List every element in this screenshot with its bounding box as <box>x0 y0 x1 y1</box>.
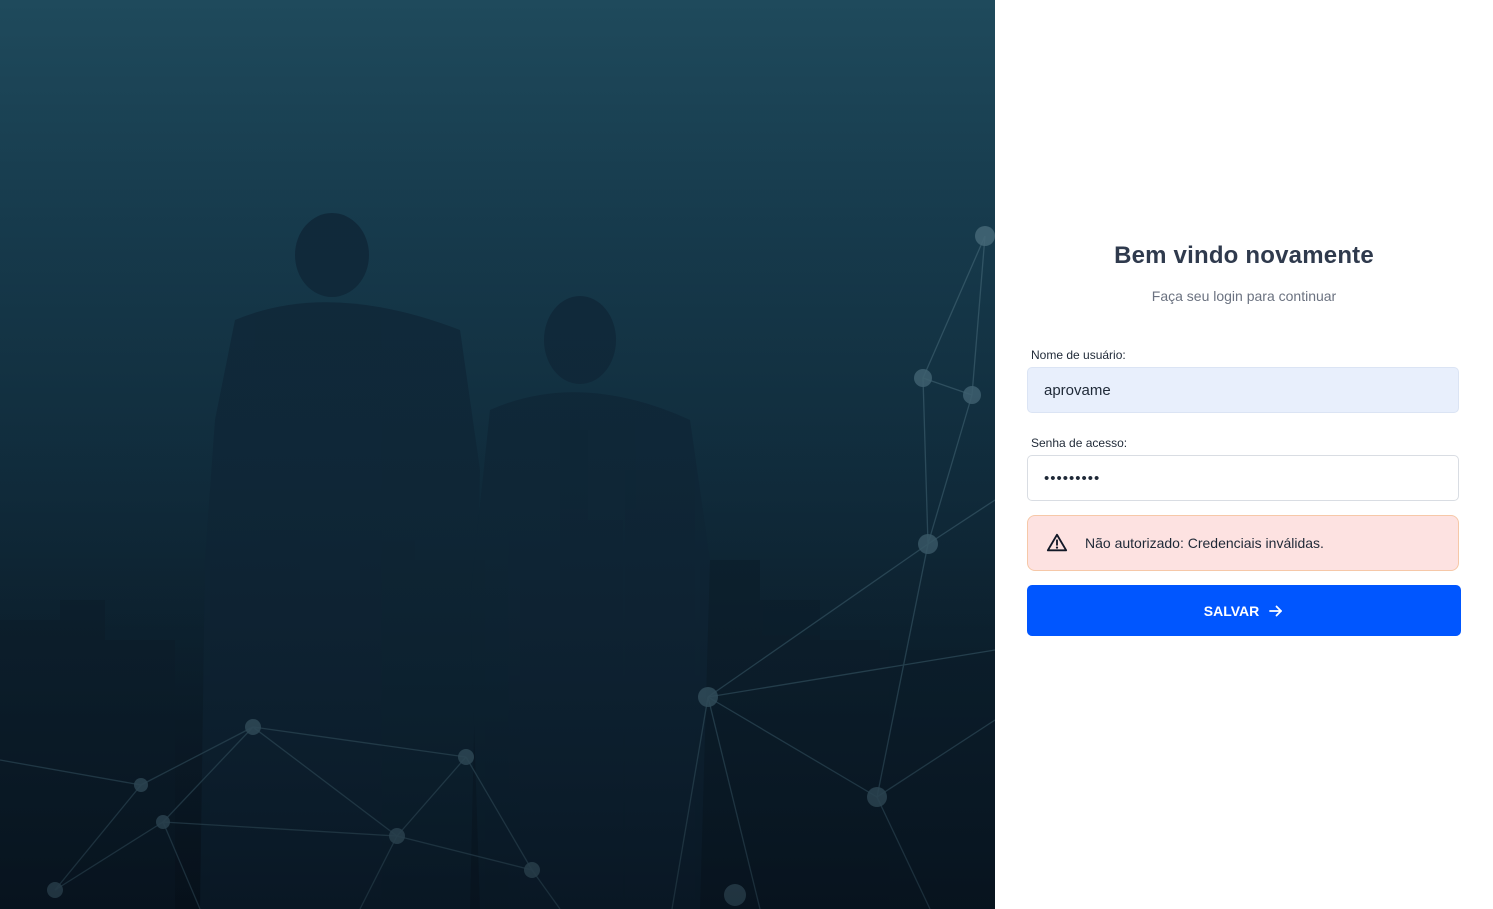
alert-message: Não autorizado: Credenciais inválidas. <box>1085 535 1324 551</box>
username-label: Nome de usuário: <box>1031 348 1126 362</box>
login-page: Bem vindo novamente Faça seu login para … <box>0 0 1493 909</box>
warning-triangle-icon <box>1046 533 1068 552</box>
submit-button-label: SALVAR <box>1203 602 1260 619</box>
page-title: Bem vindo novamente <box>1114 242 1374 269</box>
error-alert: Não autorizado: Credenciais inválidas. <box>1027 515 1459 571</box>
password-input[interactable] <box>1027 455 1459 501</box>
page-subtitle: Faça seu login para continuar <box>1151 288 1337 304</box>
hero-illustration <box>0 0 995 909</box>
password-label: Senha de acesso: <box>1031 436 1128 450</box>
hero-background-image <box>0 0 995 909</box>
submit-button[interactable]: SALVAR <box>1027 585 1461 636</box>
username-input[interactable] <box>1027 367 1459 413</box>
arrow-right-icon <box>1269 605 1283 616</box>
login-panel: Bem vindo novamente Faça seu login para … <box>995 0 1493 909</box>
